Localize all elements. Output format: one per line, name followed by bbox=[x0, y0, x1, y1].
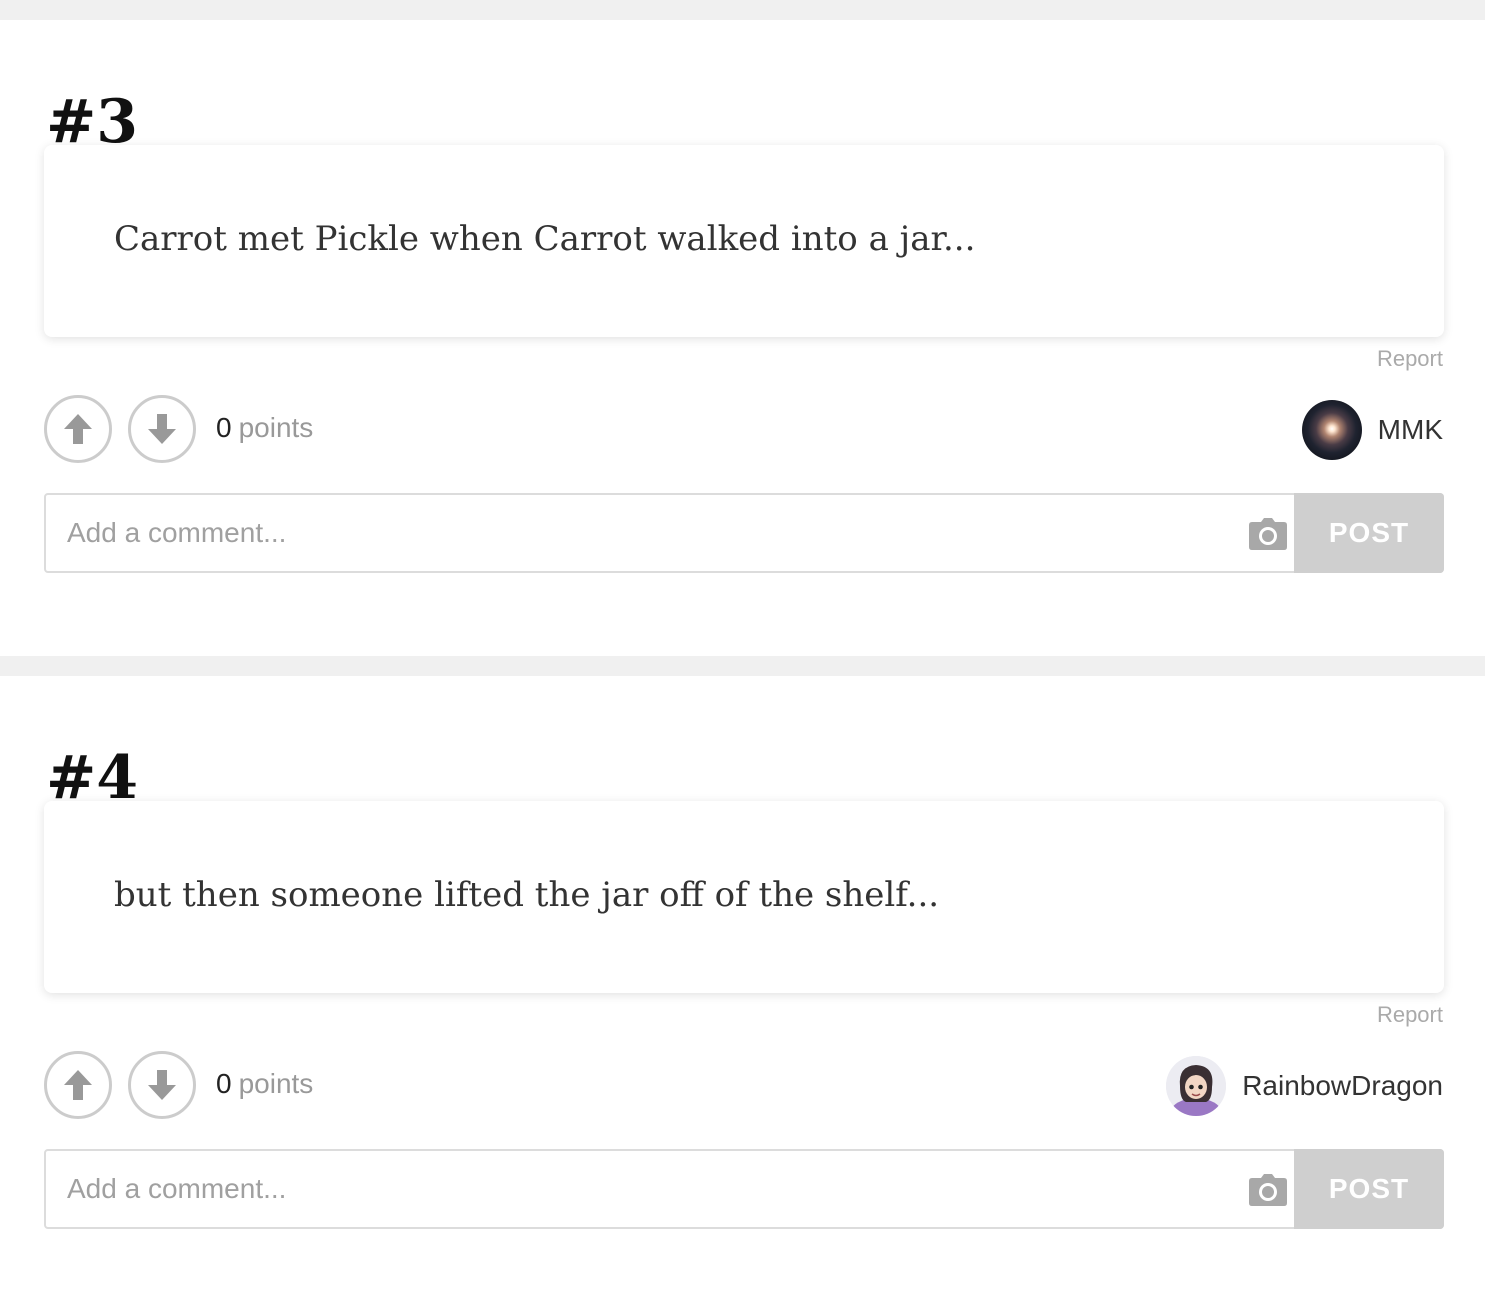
story-entry: #3 Carrot met Pickle when Carrot walked … bbox=[0, 20, 1485, 660]
entry-number: #4 bbox=[46, 743, 139, 813]
story-entry: #4 but then someone lifted the jar off o… bbox=[0, 676, 1485, 1316]
upvote-button[interactable] bbox=[44, 395, 112, 463]
avatar bbox=[1166, 1056, 1227, 1116]
report-link[interactable]: Report bbox=[1377, 346, 1443, 372]
downvote-button[interactable] bbox=[128, 1051, 196, 1119]
report-link[interactable]: Report bbox=[1377, 1002, 1443, 1028]
arrow-down-icon bbox=[148, 1070, 176, 1100]
avatar-illustration bbox=[1166, 1056, 1227, 1116]
post-button[interactable]: POST bbox=[1294, 493, 1444, 573]
author-link[interactable]: RainbowDragon bbox=[1166, 1055, 1443, 1117]
comment-form: POST bbox=[44, 1149, 1444, 1229]
points-label: points bbox=[238, 412, 314, 443]
post-button[interactable]: POST bbox=[1294, 1149, 1444, 1229]
section-divider bbox=[0, 0, 1485, 20]
arrow-up-icon bbox=[64, 1070, 92, 1100]
points-display: 0 points bbox=[216, 1068, 313, 1100]
author-name: RainbowDragon bbox=[1242, 1070, 1443, 1101]
entry-card: but then someone lifted the jar off of t… bbox=[44, 801, 1444, 993]
camera-icon[interactable] bbox=[1249, 518, 1287, 550]
arrow-up-icon bbox=[64, 414, 92, 444]
section-divider bbox=[0, 656, 1485, 676]
author-name: MMK bbox=[1377, 414, 1443, 445]
points-value: 0 bbox=[216, 412, 232, 443]
entry-card: Carrot met Pickle when Carrot walked int… bbox=[44, 145, 1444, 337]
upvote-button[interactable] bbox=[44, 1051, 112, 1119]
arrow-down-icon bbox=[148, 414, 176, 444]
entry-number: #3 bbox=[46, 87, 139, 157]
downvote-button[interactable] bbox=[128, 395, 196, 463]
points-label: points bbox=[238, 1068, 314, 1099]
author-link[interactable]: MMK bbox=[1301, 399, 1443, 461]
comment-form: POST bbox=[44, 493, 1444, 573]
comment-input[interactable] bbox=[46, 495, 1226, 571]
avatar bbox=[1301, 400, 1362, 460]
points-value: 0 bbox=[216, 1068, 232, 1099]
camera-icon[interactable] bbox=[1249, 1174, 1287, 1206]
comment-input[interactable] bbox=[46, 1151, 1226, 1227]
entry-text: but then someone lifted the jar off of t… bbox=[114, 875, 940, 915]
points-display: 0 points bbox=[216, 412, 313, 444]
entry-text: Carrot met Pickle when Carrot walked int… bbox=[114, 219, 976, 259]
